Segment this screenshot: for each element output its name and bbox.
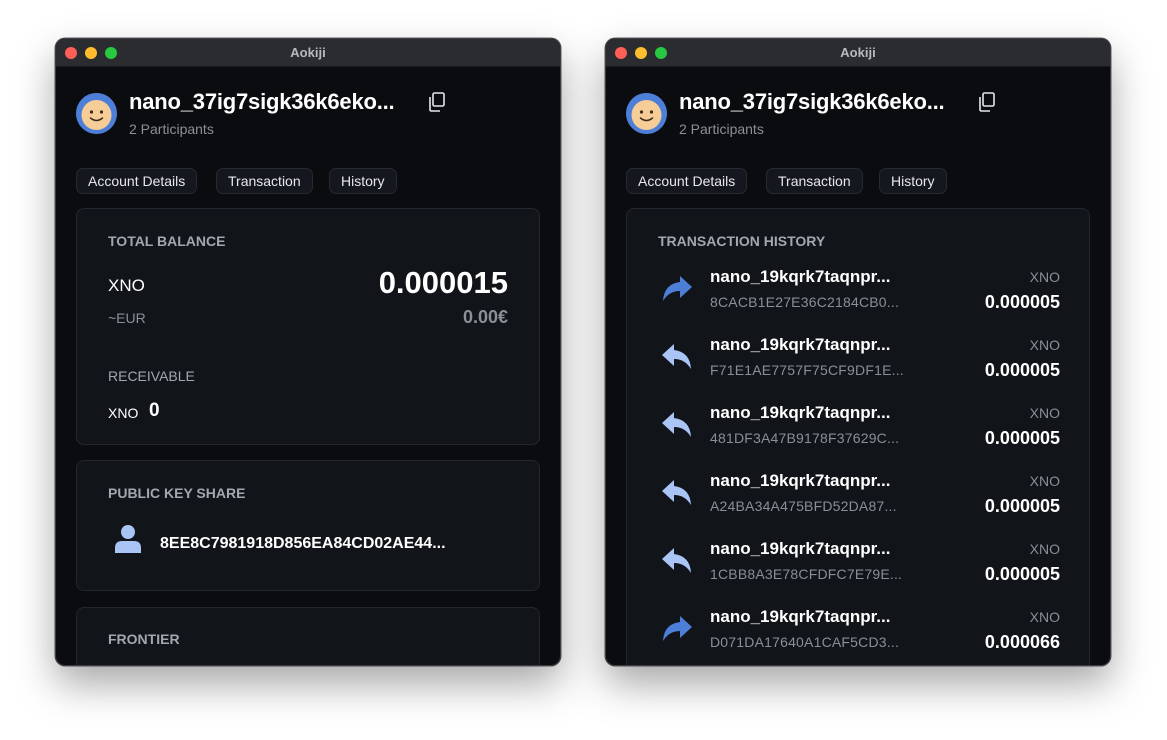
public-key-card: PUBLIC KEY SHARE 8EE8C7981918D856EA84CD0… (76, 460, 540, 591)
transaction-hash: 481DF3A47B9178F37629C... (710, 430, 900, 446)
titlebar[interactable]: Aokiji (606, 39, 1110, 67)
copy-icon[interactable] (978, 92, 996, 112)
window-title: Aokiji (840, 45, 876, 60)
receivable-currency: XNO (108, 405, 139, 421)
transaction-address: nano_19kqrk7taqnpr... (710, 539, 891, 558)
history-card: TRANSACTION HISTORY nano_19kqrk7taqnpr..… (626, 208, 1091, 665)
receive-arrow-icon (660, 478, 694, 508)
copy-icon[interactable] (428, 92, 446, 112)
account-name: nano_37ig7sigk36k6eko... (679, 89, 945, 114)
receive-arrow-icon (660, 546, 694, 576)
transaction-address: nano_19kqrk7taqnpr... (710, 607, 891, 626)
transaction-currency: XNO (1029, 609, 1060, 625)
transaction-currency: XNO (1029, 473, 1060, 489)
participants-count: 2 Participants (129, 121, 214, 137)
transaction-hash: 8CACB1E27E36C2184CB0... (710, 294, 900, 310)
fiat-value: 0.00€ (462, 307, 508, 327)
receive-arrow-icon (660, 342, 694, 372)
transaction-address: nano_19kqrk7taqnpr... (710, 267, 891, 286)
transaction-hash: F71E1AE7757F75CF9DF1E... (710, 362, 904, 378)
receivable-value: 0 (149, 400, 160, 421)
titlebar[interactable]: Aokiji (56, 39, 560, 67)
balance-title: TOTAL BALANCE (108, 233, 226, 249)
transaction-amount: 0.000005 (984, 428, 1060, 448)
transaction-currency: XNO (1029, 405, 1060, 421)
send-arrow-icon (660, 274, 694, 304)
transaction-address: nano_19kqrk7taqnpr... (710, 471, 891, 490)
transaction-row[interactable]: nano_19kqrk7taqnpr... 481DF3A47B9178F3762… (627, 400, 1091, 468)
account-name: nano_37ig7sigk36k6eko... (129, 89, 395, 114)
wallet-window-history: Aokiji nano_37ig7sigk36k6eko... 2 Partic… (605, 38, 1111, 666)
transaction-hash: 1CBB8A3E78CFDFC7E79E... (710, 566, 903, 582)
transaction-amount: 0.000005 (984, 292, 1060, 312)
tab-account-details[interactable]: Account Details (76, 168, 198, 194)
receivable-title: RECEIVABLE (108, 368, 195, 384)
avatar (626, 93, 667, 134)
tab-history[interactable]: History (329, 168, 397, 194)
transaction-amount: 0.000005 (984, 564, 1060, 584)
frontier-title: FRONTIER (108, 631, 180, 647)
transaction-row[interactable]: nano_19kqrk7taqnpr... 1CBB8A3E78CFDFC7E79… (627, 536, 1091, 604)
transaction-address: nano_19kqrk7taqnpr... (710, 335, 891, 354)
transaction-amount: 0.000005 (984, 496, 1060, 516)
tab-transaction[interactable]: Transaction (766, 168, 863, 194)
transaction-amount: 0.000066 (984, 632, 1060, 652)
fiat-label: ~EUR (108, 310, 146, 326)
transaction-row[interactable]: nano_19kqrk7taqnpr... A24BA34A475BFD52DA8… (627, 468, 1091, 536)
frontier-card: FRONTIER (76, 607, 540, 665)
tab-history[interactable]: History (879, 168, 947, 194)
transaction-currency: XNO (1029, 541, 1060, 557)
balance-currency: XNO (108, 276, 145, 295)
public-key-title: PUBLIC KEY SHARE (108, 485, 246, 501)
wallet-window-account-details: Aokiji nano_37ig7sigk36k6eko... 2 Partic… (55, 38, 561, 666)
transaction-row[interactable]: nano_19kqrk7taqnpr... F71E1AE7757F75CF9DF… (627, 332, 1091, 400)
balance-card: TOTAL BALANCE XNO 0.000015 ~EUR 0.00€ RE… (76, 208, 540, 445)
balance-amount: 0.000015 (378, 265, 508, 300)
history-title: TRANSACTION HISTORY (658, 233, 826, 249)
public-key-value[interactable]: 8EE8C7981918D856EA84CD02AE44... (160, 535, 490, 553)
person-icon (114, 524, 142, 554)
transaction-hash: D071DA17640A1CAF5CD3... (710, 634, 900, 650)
transaction-currency: XNO (1029, 337, 1060, 353)
transaction-currency: XNO (1029, 269, 1060, 285)
tab-account-details[interactable]: Account Details (626, 168, 748, 194)
avatar (76, 93, 117, 134)
tab-transaction[interactable]: Transaction (216, 168, 313, 194)
transaction-row[interactable]: nano_19kqrk7taqnpr... 8CACB1E27E36C2184CB… (627, 264, 1091, 332)
transaction-hash: A24BA34A475BFD52DA87... (710, 498, 897, 514)
send-arrow-icon (660, 614, 694, 644)
window-title: Aokiji (290, 45, 326, 60)
transaction-row[interactable]: nano_19kqrk7taqnpr... D071DA17640A1CAF5CD… (627, 604, 1091, 665)
participants-count: 2 Participants (679, 121, 764, 137)
transaction-address: nano_19kqrk7taqnpr... (710, 403, 891, 422)
receive-arrow-icon (660, 410, 694, 440)
transaction-amount: 0.000005 (984, 360, 1060, 380)
